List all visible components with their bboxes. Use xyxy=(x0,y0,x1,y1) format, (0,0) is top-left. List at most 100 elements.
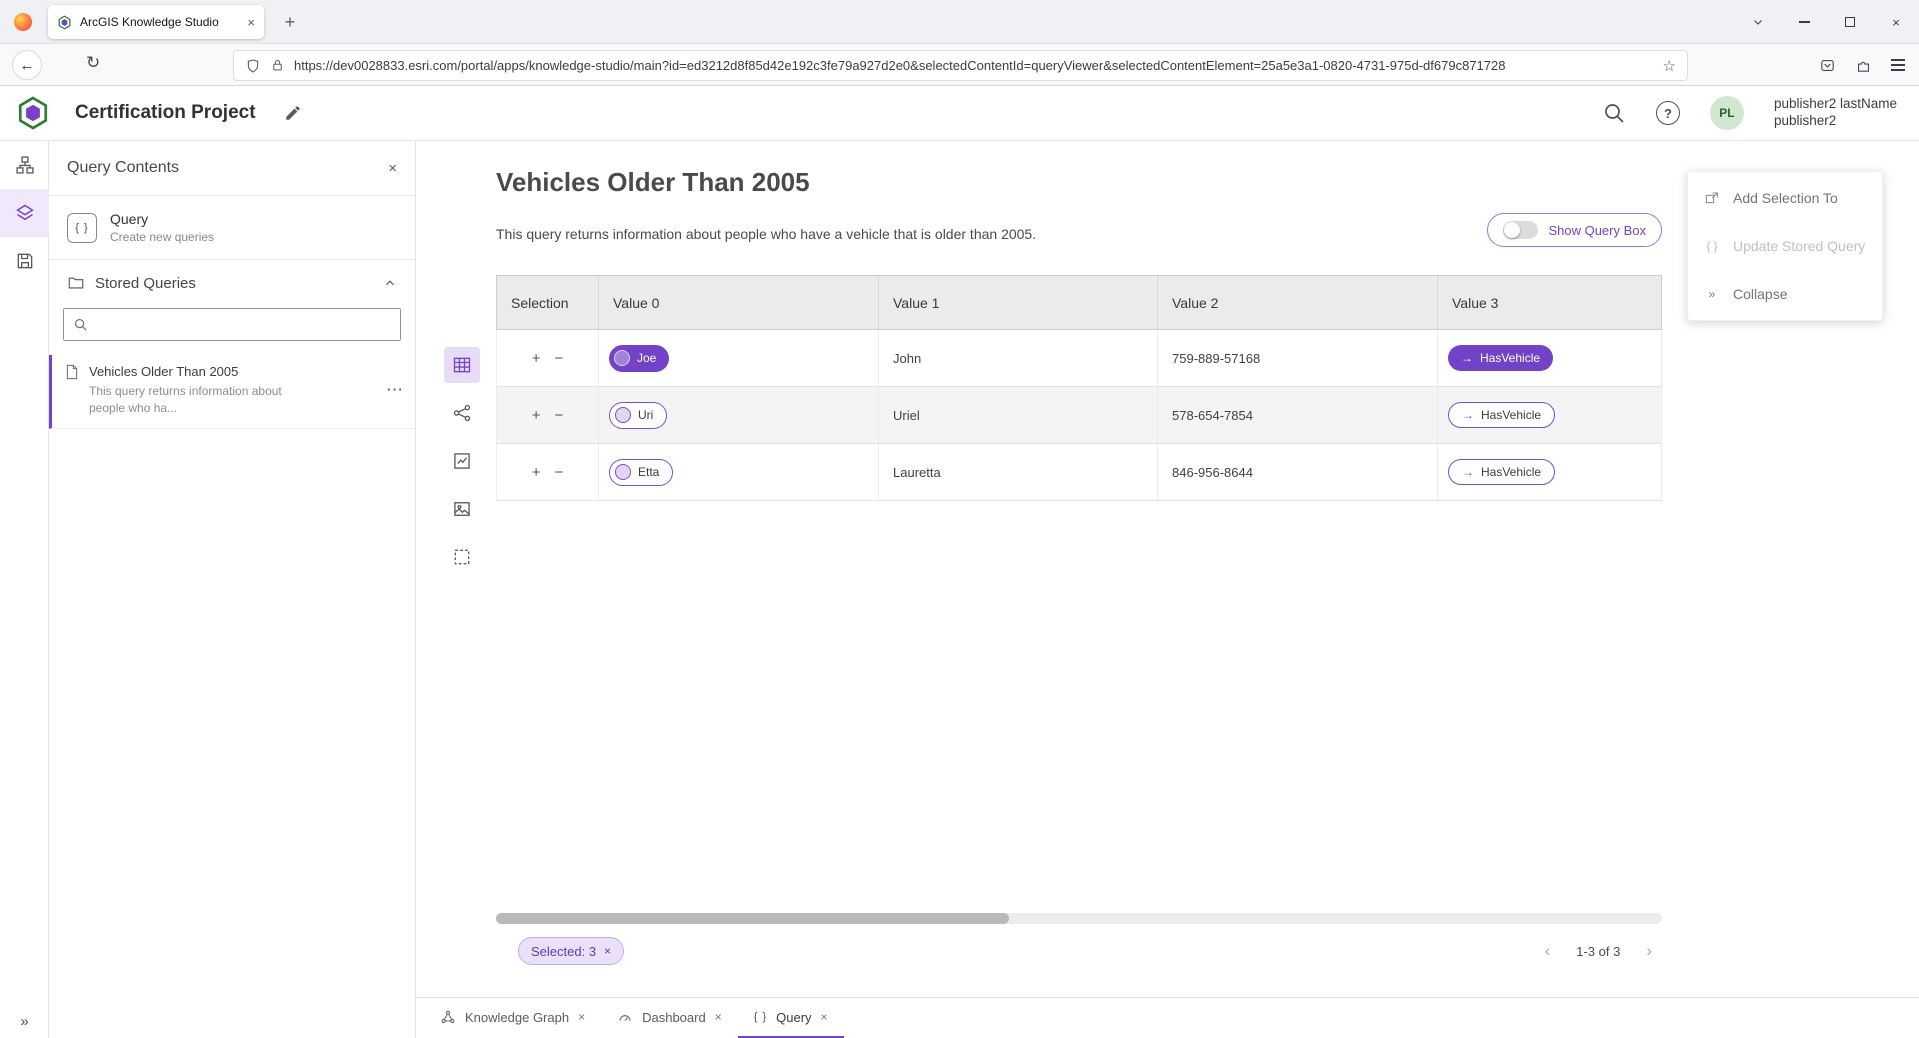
help-icon[interactable]: ? xyxy=(1656,101,1680,125)
user-avatar[interactable]: PL xyxy=(1710,96,1744,130)
url-text[interactable]: https://dev0028833.esri.com/portal/apps/… xyxy=(294,58,1654,73)
relationship-pill[interactable]: → HasVehicle xyxy=(1448,402,1555,428)
new-query-item[interactable]: { } Query Create new queries xyxy=(49,196,415,260)
relationship-pill[interactable]: → HasVehicle xyxy=(1448,459,1555,485)
chevron-up-icon[interactable] xyxy=(383,276,397,290)
url-bar[interactable]: https://dev0028833.esri.com/portal/apps/… xyxy=(233,50,1688,81)
entity-pill[interactable]: Uri xyxy=(609,402,667,429)
user-info[interactable]: publisher2 lastName publisher2 xyxy=(1774,96,1897,130)
view-toolbar xyxy=(444,347,480,575)
content-tab-bar: Knowledge Graph × Dashboard × { } Query … xyxy=(416,997,1919,1038)
tab-dashboard[interactable]: Dashboard × xyxy=(601,998,738,1038)
browser-navbar: ← ↻ https://dev0028833.esri.com/portal/a… xyxy=(0,44,1919,86)
window-maximize-button[interactable] xyxy=(1827,0,1873,44)
remove-selection-icon[interactable]: − xyxy=(555,407,564,424)
menu-item-collapse[interactable]: » Collapse xyxy=(1688,270,1882,318)
menu-item-add-selection-to[interactable]: Add Selection To xyxy=(1688,174,1882,222)
arcgis-knowledge-logo[interactable] xyxy=(15,95,51,131)
add-selection-icon[interactable]: + xyxy=(532,407,541,424)
tab-label: Query xyxy=(776,1010,811,1025)
tab-close-icon[interactable]: × xyxy=(715,1010,722,1024)
show-query-box-label: Show Query Box xyxy=(1548,223,1646,238)
project-title: Certification Project xyxy=(75,102,256,124)
search-icon[interactable] xyxy=(1602,101,1626,125)
column-header[interactable]: Value 3 xyxy=(1438,276,1663,329)
expand-rail-icon[interactable]: » xyxy=(0,1013,49,1030)
tab-close-icon[interactable]: × xyxy=(247,15,255,30)
shield-icon[interactable] xyxy=(245,58,261,74)
clear-selection-icon[interactable]: × xyxy=(604,944,611,958)
new-tab-button[interactable]: + xyxy=(276,8,304,36)
extensions-icon[interactable] xyxy=(1855,57,1872,74)
entity-cell: Etta xyxy=(599,444,879,500)
browser-tab-bar: ArcGIS Knowledge Studio × + × xyxy=(0,0,1919,44)
tab-label: Dashboard xyxy=(642,1010,706,1025)
tab-list-chevron-icon[interactable] xyxy=(1735,0,1781,44)
navbar-right-icons xyxy=(1819,44,1905,86)
window-controls: × xyxy=(1735,0,1919,44)
selected-count-chip[interactable]: Selected: 3 × xyxy=(518,937,624,965)
arrow-right-icon: → xyxy=(1461,351,1473,365)
contents-layers-rail-icon[interactable] xyxy=(0,189,49,237)
scrollbar-thumb[interactable] xyxy=(496,913,1009,924)
entity-pill[interactable]: Etta xyxy=(609,459,673,486)
back-button[interactable]: ← xyxy=(12,50,42,80)
table-row[interactable]: + − Etta Lauretta 846-956-8644 → HasVehi… xyxy=(496,444,1662,501)
add-selection-icon[interactable]: + xyxy=(532,350,541,367)
panel-close-icon[interactable]: × xyxy=(388,160,397,177)
tab-close-icon[interactable]: × xyxy=(821,1010,828,1024)
column-header[interactable]: Value 2 xyxy=(1158,276,1438,329)
stored-query-item[interactable]: Vehicles Older Than 2005 This query retu… xyxy=(49,355,415,429)
lock-icon[interactable] xyxy=(270,58,285,73)
edit-title-icon[interactable] xyxy=(284,104,302,122)
map-view-button[interactable] xyxy=(444,491,480,527)
previous-page-icon[interactable]: ‹ xyxy=(1545,941,1551,961)
stored-queries-search-input[interactable] xyxy=(95,317,391,332)
tab-query[interactable]: { } Query × xyxy=(738,998,844,1038)
chart-view-button[interactable] xyxy=(444,443,480,479)
value-cell: 578-654-7854 xyxy=(1158,387,1438,443)
show-query-box-toggle[interactable]: Show Query Box xyxy=(1487,213,1662,247)
column-header[interactable]: Value 0 xyxy=(599,276,879,329)
window-minimize-button[interactable] xyxy=(1781,0,1827,44)
table-row[interactable]: + − Uri Uriel 578-654-7854 → HasVehicle xyxy=(496,387,1662,444)
tab-knowledge-graph[interactable]: Knowledge Graph × xyxy=(424,998,601,1038)
entity-pill[interactable]: Joe xyxy=(609,345,669,372)
item-options-icon[interactable]: ⋯ xyxy=(386,380,403,400)
window-close-button[interactable]: × xyxy=(1873,0,1919,44)
data-model-rail-icon[interactable] xyxy=(0,141,49,189)
arrow-right-icon: → xyxy=(1462,465,1474,479)
braces-icon: { } xyxy=(1703,239,1721,253)
table-row[interactable]: + − Joe John 759-889-57168 → HasVehicle xyxy=(496,330,1662,387)
add-selection-icon[interactable]: + xyxy=(532,464,541,481)
remove-selection-icon[interactable]: − xyxy=(555,350,564,367)
selection-view-button[interactable] xyxy=(444,539,480,575)
toggle-switch[interactable] xyxy=(1503,221,1538,239)
column-header[interactable]: Selection xyxy=(497,276,599,329)
bookmark-star-icon[interactable]: ☆ xyxy=(1663,57,1676,75)
remove-selection-icon[interactable]: − xyxy=(555,464,564,481)
tab-close-icon[interactable]: × xyxy=(578,1010,585,1024)
value-cell: John xyxy=(879,330,1158,386)
table-view-button[interactable] xyxy=(444,347,480,383)
stored-queries-header[interactable]: Stored Queries xyxy=(49,260,415,300)
refresh-button[interactable]: ↻ xyxy=(86,53,100,73)
stored-queries-searchbox[interactable] xyxy=(63,308,401,341)
browser-tab[interactable]: ArcGIS Knowledge Studio × xyxy=(48,5,264,39)
entity-icon xyxy=(615,464,631,480)
next-page-icon[interactable]: › xyxy=(1646,941,1652,961)
firefox-icon[interactable] xyxy=(14,13,32,31)
panel-title: Query Contents xyxy=(67,159,179,177)
graph-link-view-button[interactable] xyxy=(444,395,480,431)
table-header-row: Selection Value 0 Value 1 Value 2 Value … xyxy=(496,275,1662,330)
menu-item-update-stored-query[interactable]: { } Update Stored Query xyxy=(1688,222,1882,270)
entity-cell: Joe xyxy=(599,330,879,386)
column-header[interactable]: Value 1 xyxy=(879,276,1158,329)
horizontal-scrollbar[interactable] xyxy=(496,913,1662,924)
hamburger-menu-icon[interactable] xyxy=(1891,59,1905,70)
pocket-icon[interactable] xyxy=(1819,57,1836,74)
save-rail-icon[interactable] xyxy=(0,237,49,285)
relationship-pill[interactable]: → HasVehicle xyxy=(1448,345,1553,371)
entity-icon xyxy=(614,350,630,366)
relationship-label: HasVehicle xyxy=(1480,351,1540,365)
